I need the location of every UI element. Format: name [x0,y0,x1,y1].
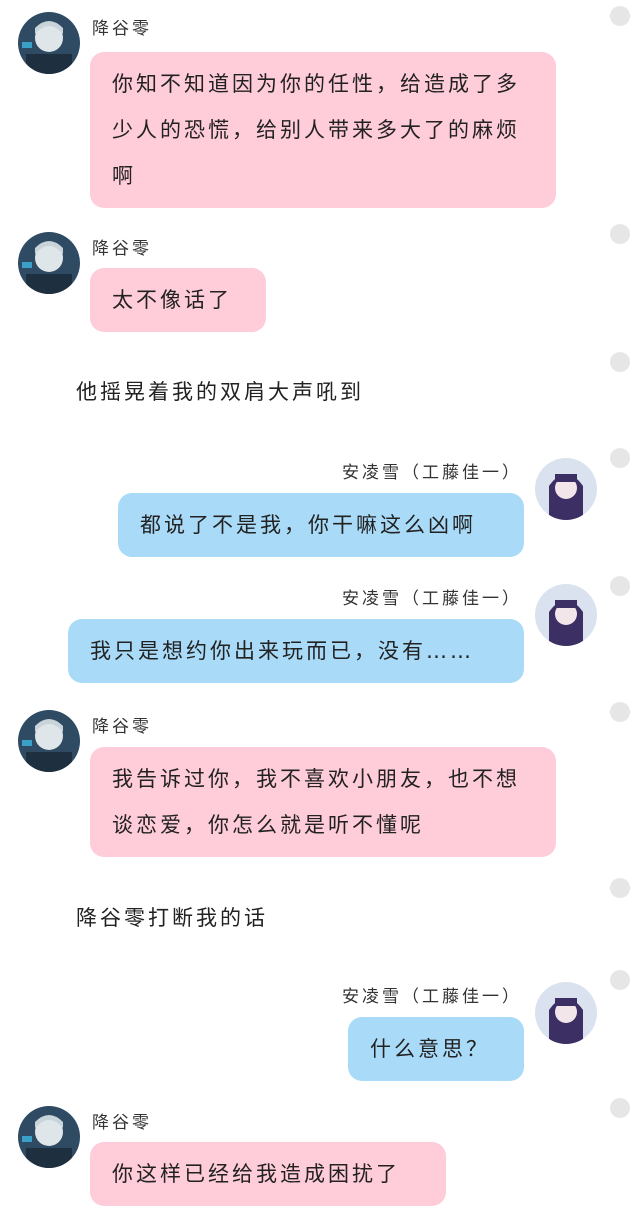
unread-dot [610,352,630,372]
message-bubble[interactable]: 你这样已经给我造成困扰了 [90,1142,446,1206]
message-bubble[interactable]: 我只是想约你出来玩而已，没有…… [68,619,524,683]
sender-name: 降谷零 [92,1113,152,1133]
unread-dot [610,1098,630,1118]
avatar-furuya[interactable] [18,1106,80,1168]
unread-dot [610,970,630,990]
unread-dot [610,702,630,722]
unread-dot [610,448,630,468]
message-bubble[interactable]: 太不像话了 [90,268,266,332]
avatar-furuya[interactable] [18,710,80,772]
narration-text: 降谷零打断我的话 [76,906,268,930]
message-bubble[interactable]: 我告诉过你，我不喜欢小朋友，也不想谈恋爱，你怎么就是听不懂呢 [90,747,556,857]
message-bubble[interactable]: 什么意思？ [348,1017,524,1081]
sender-name: 降谷零 [92,19,152,39]
unread-dot [610,576,630,596]
avatar-an-lingxue[interactable] [535,982,597,1044]
sender-name: 降谷零 [92,717,152,737]
sender-name: 安凌雪（工藤佳一） [342,987,522,1007]
narration-text: 他摇晃着我的双肩大声吼到 [76,380,364,404]
avatar-an-lingxue[interactable] [535,584,597,646]
avatar-furuya[interactable] [18,232,80,294]
unread-dot [610,6,630,26]
message-bubble[interactable]: 你知不知道因为你的任性，给造成了多少人的恐慌，给别人带来多大了的麻烦啊 [90,52,556,208]
unread-dot [610,224,630,244]
sender-name: 降谷零 [92,239,152,259]
unread-dot [610,878,630,898]
sender-name: 安凌雪（工藤佳一） [342,463,522,483]
message-bubble[interactable]: 都说了不是我，你干嘛这么凶啊 [118,493,524,557]
avatar-furuya[interactable] [18,12,80,74]
avatar-an-lingxue[interactable] [535,458,597,520]
sender-name: 安凌雪（工藤佳一） [342,589,522,609]
